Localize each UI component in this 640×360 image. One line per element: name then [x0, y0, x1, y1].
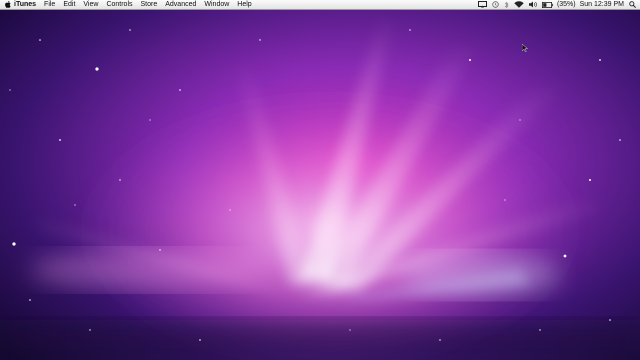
bluetooth-icon[interactable] — [504, 0, 509, 10]
menu-view[interactable]: View — [79, 0, 102, 10]
menu-file[interactable]: File — [40, 0, 59, 10]
status-menus: (35%) Sun 12:39 PM — [473, 0, 640, 10]
spotlight-icon[interactable] — [629, 0, 636, 10]
menu-clock[interactable]: Sun 12:39 PM — [580, 0, 624, 10]
wifi-icon[interactable] — [514, 0, 524, 10]
menu-store[interactable]: Store — [137, 0, 162, 10]
time-machine-icon[interactable] — [492, 0, 499, 10]
volume-icon[interactable] — [528, 0, 537, 10]
menu-advanced[interactable]: Advanced — [161, 0, 200, 10]
menu-window[interactable]: Window — [200, 0, 233, 10]
battery-percent: (35%) — [556, 0, 576, 8]
menu-app-name[interactable]: iTunes — [14, 0, 40, 10]
menu-controls[interactable]: Controls — [102, 0, 136, 10]
mouse-pointer-icon — [522, 44, 528, 52]
menu-bar: iTunes File Edit View Controls Store Adv… — [0, 0, 640, 10]
menu-help[interactable]: Help — [233, 0, 255, 10]
menu-edit[interactable]: Edit — [59, 0, 79, 10]
apple-menu-icon[interactable] — [4, 1, 11, 9]
battery-icon[interactable] — [541, 0, 553, 10]
desktop-wallpaper — [0, 0, 640, 360]
desktop-screen: iTunes File Edit View Controls Store Adv… — [0, 0, 640, 360]
screen-mirror-icon[interactable] — [477, 0, 487, 10]
